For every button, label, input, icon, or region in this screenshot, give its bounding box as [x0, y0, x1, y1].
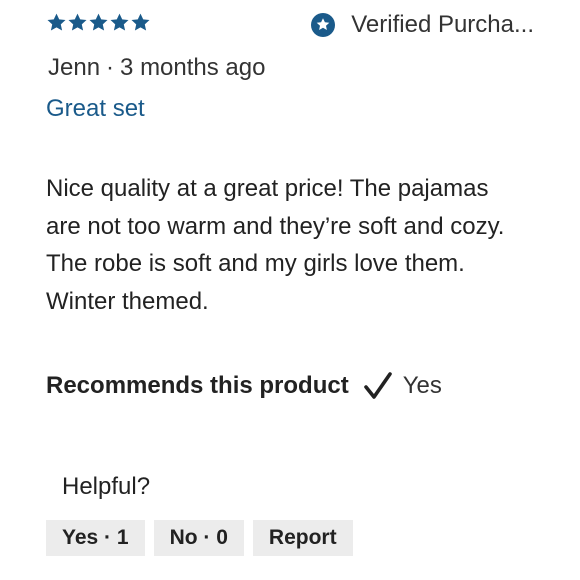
review-meta: Jenn · 3 months ago: [48, 54, 265, 82]
recommend-value: Yes: [402, 372, 442, 399]
star-icon: [130, 12, 151, 33]
checkmark-icon: [363, 371, 393, 401]
star-icon: [67, 12, 88, 33]
recommendation: Recommends this product Yes: [46, 368, 442, 404]
meta-separator: ·: [106, 54, 115, 81]
verified-label: Verified Purcha...: [351, 11, 534, 38]
report-button[interactable]: Report: [252, 520, 353, 556]
helpful-label: Helpful?: [62, 473, 151, 500]
verified-purchase-badge: Verified Purcha...: [311, 10, 534, 40]
vote-buttons: Yes · 1 No · 0 Report: [46, 520, 353, 556]
helpful-yes-button[interactable]: Yes · 1: [46, 520, 145, 556]
star-icon: [46, 12, 67, 33]
star-rating: [46, 8, 151, 36]
review-body: Nice quality at a great price! The pajam…: [46, 175, 505, 315]
recommend-label: Recommends this product: [46, 372, 349, 399]
helpful-no-button[interactable]: No · 0: [153, 520, 244, 556]
author-name: Jenn: [48, 54, 101, 81]
star-icon: [88, 12, 109, 33]
star-icon: [109, 12, 130, 33]
review-date: 3 months ago: [120, 54, 266, 81]
verified-badge-icon: [311, 13, 336, 37]
review-card: Verified Purcha... Jenn · 3 months ago Gre…: [0, 0, 580, 580]
review-title: Great set: [46, 95, 145, 122]
